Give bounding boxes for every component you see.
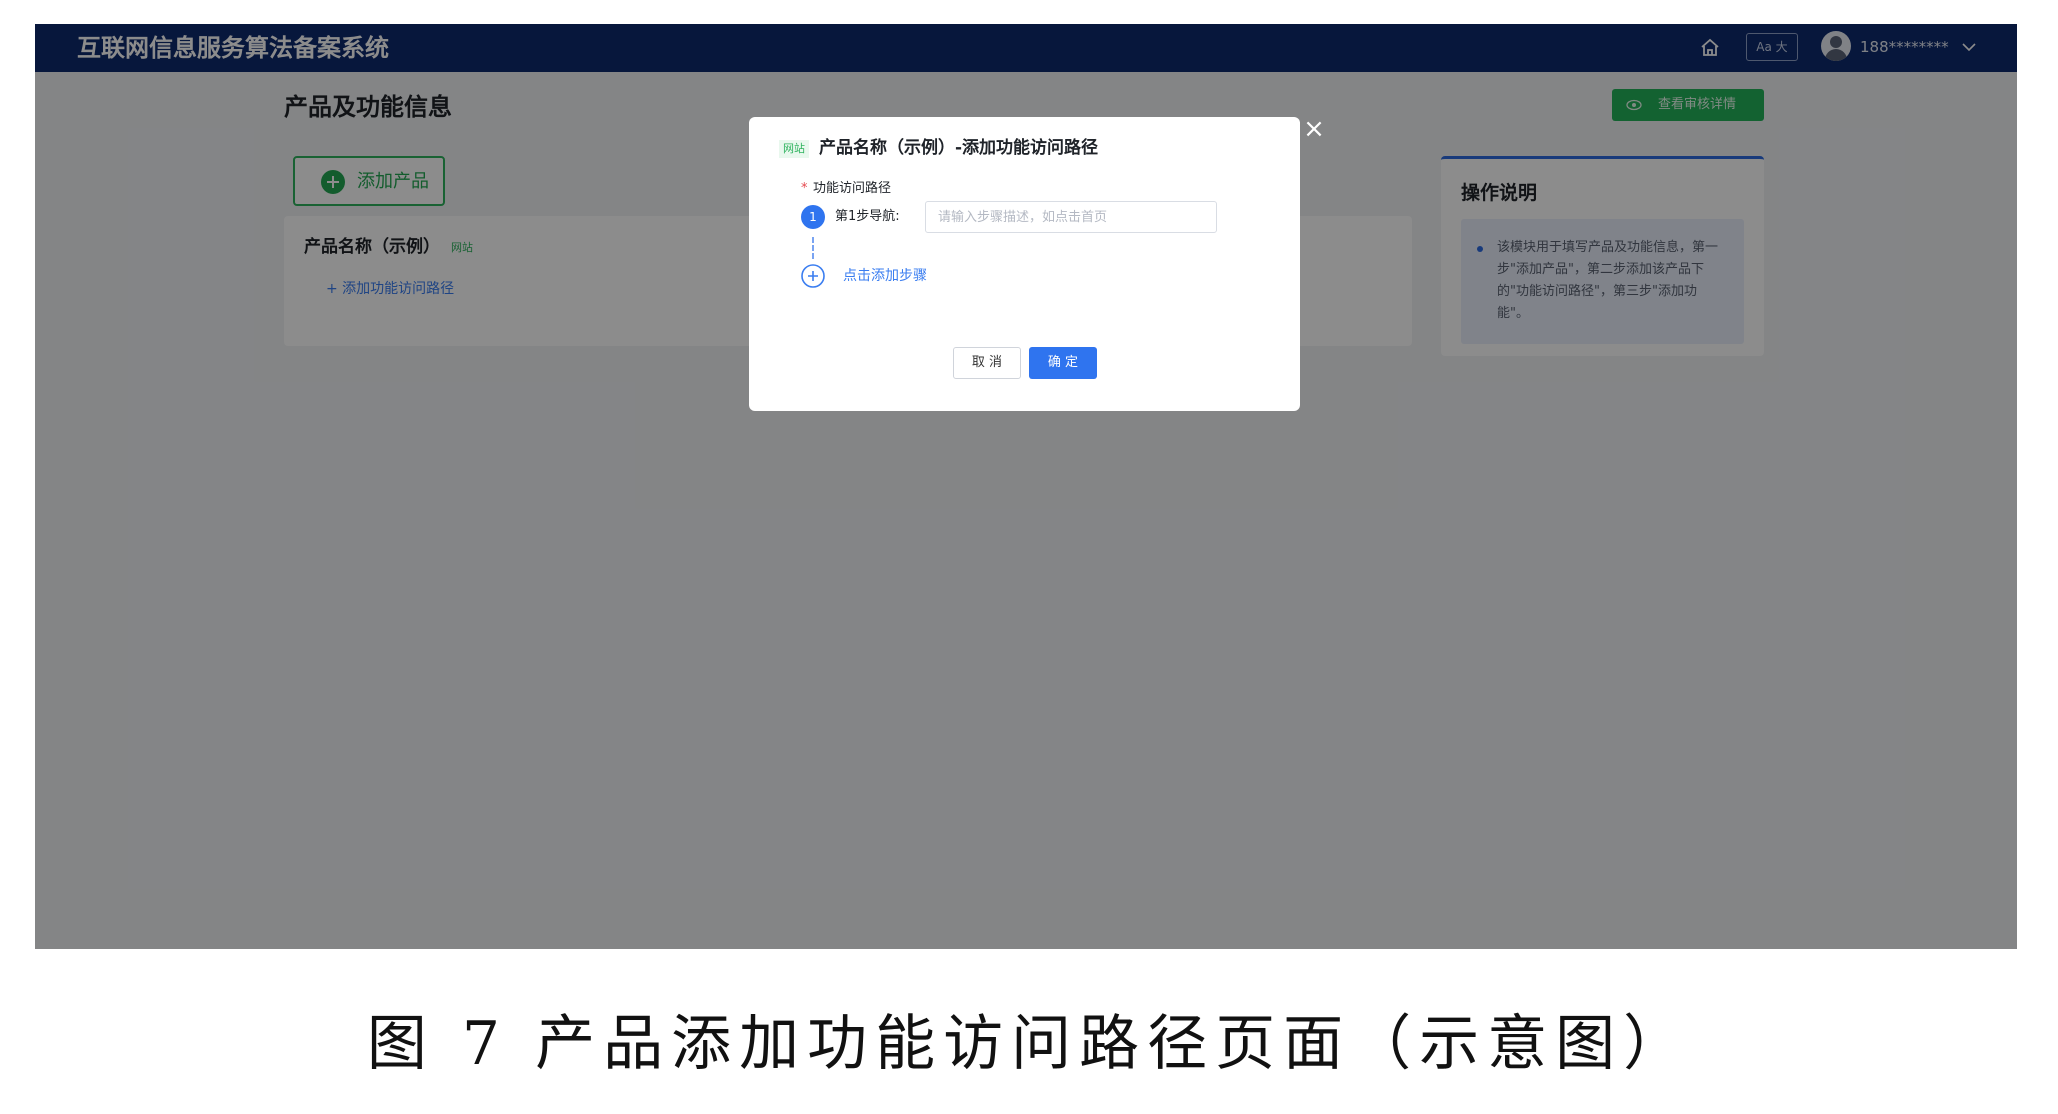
step-connector bbox=[812, 237, 814, 259]
add-step-link[interactable]: 点击添加步骤 bbox=[843, 265, 927, 287]
add-access-path-dialog: 网站 产品名称（示例）-添加功能访问路径 * 功能访问路径 1 第1步导航: 点… bbox=[749, 117, 1300, 411]
confirm-button[interactable]: 确 定 bbox=[1029, 347, 1097, 379]
step-number-badge: 1 bbox=[801, 205, 825, 229]
step-1-input[interactable] bbox=[925, 201, 1217, 233]
cancel-button[interactable]: 取 消 bbox=[953, 347, 1021, 379]
required-marker: * bbox=[801, 181, 808, 196]
dialog-product-tag: 网站 bbox=[779, 140, 809, 158]
close-icon[interactable]: × bbox=[1302, 116, 1326, 142]
access-path-label: 功能访问路径 bbox=[813, 181, 892, 196]
plus-circle-outline-icon[interactable] bbox=[800, 263, 826, 289]
figure-caption: 图 7 产品添加功能访问路径页面（示意图） bbox=[366, 1009, 1692, 1079]
step-1-label: 第1步导航: bbox=[835, 209, 900, 224]
screenshot-frame: 互联网信息服务算法备案系统 Aa 大 188******** 产品及功能信息 查… bbox=[35, 24, 2017, 949]
dialog-title: 产品名称（示例）-添加功能访问路径 bbox=[819, 138, 1099, 158]
